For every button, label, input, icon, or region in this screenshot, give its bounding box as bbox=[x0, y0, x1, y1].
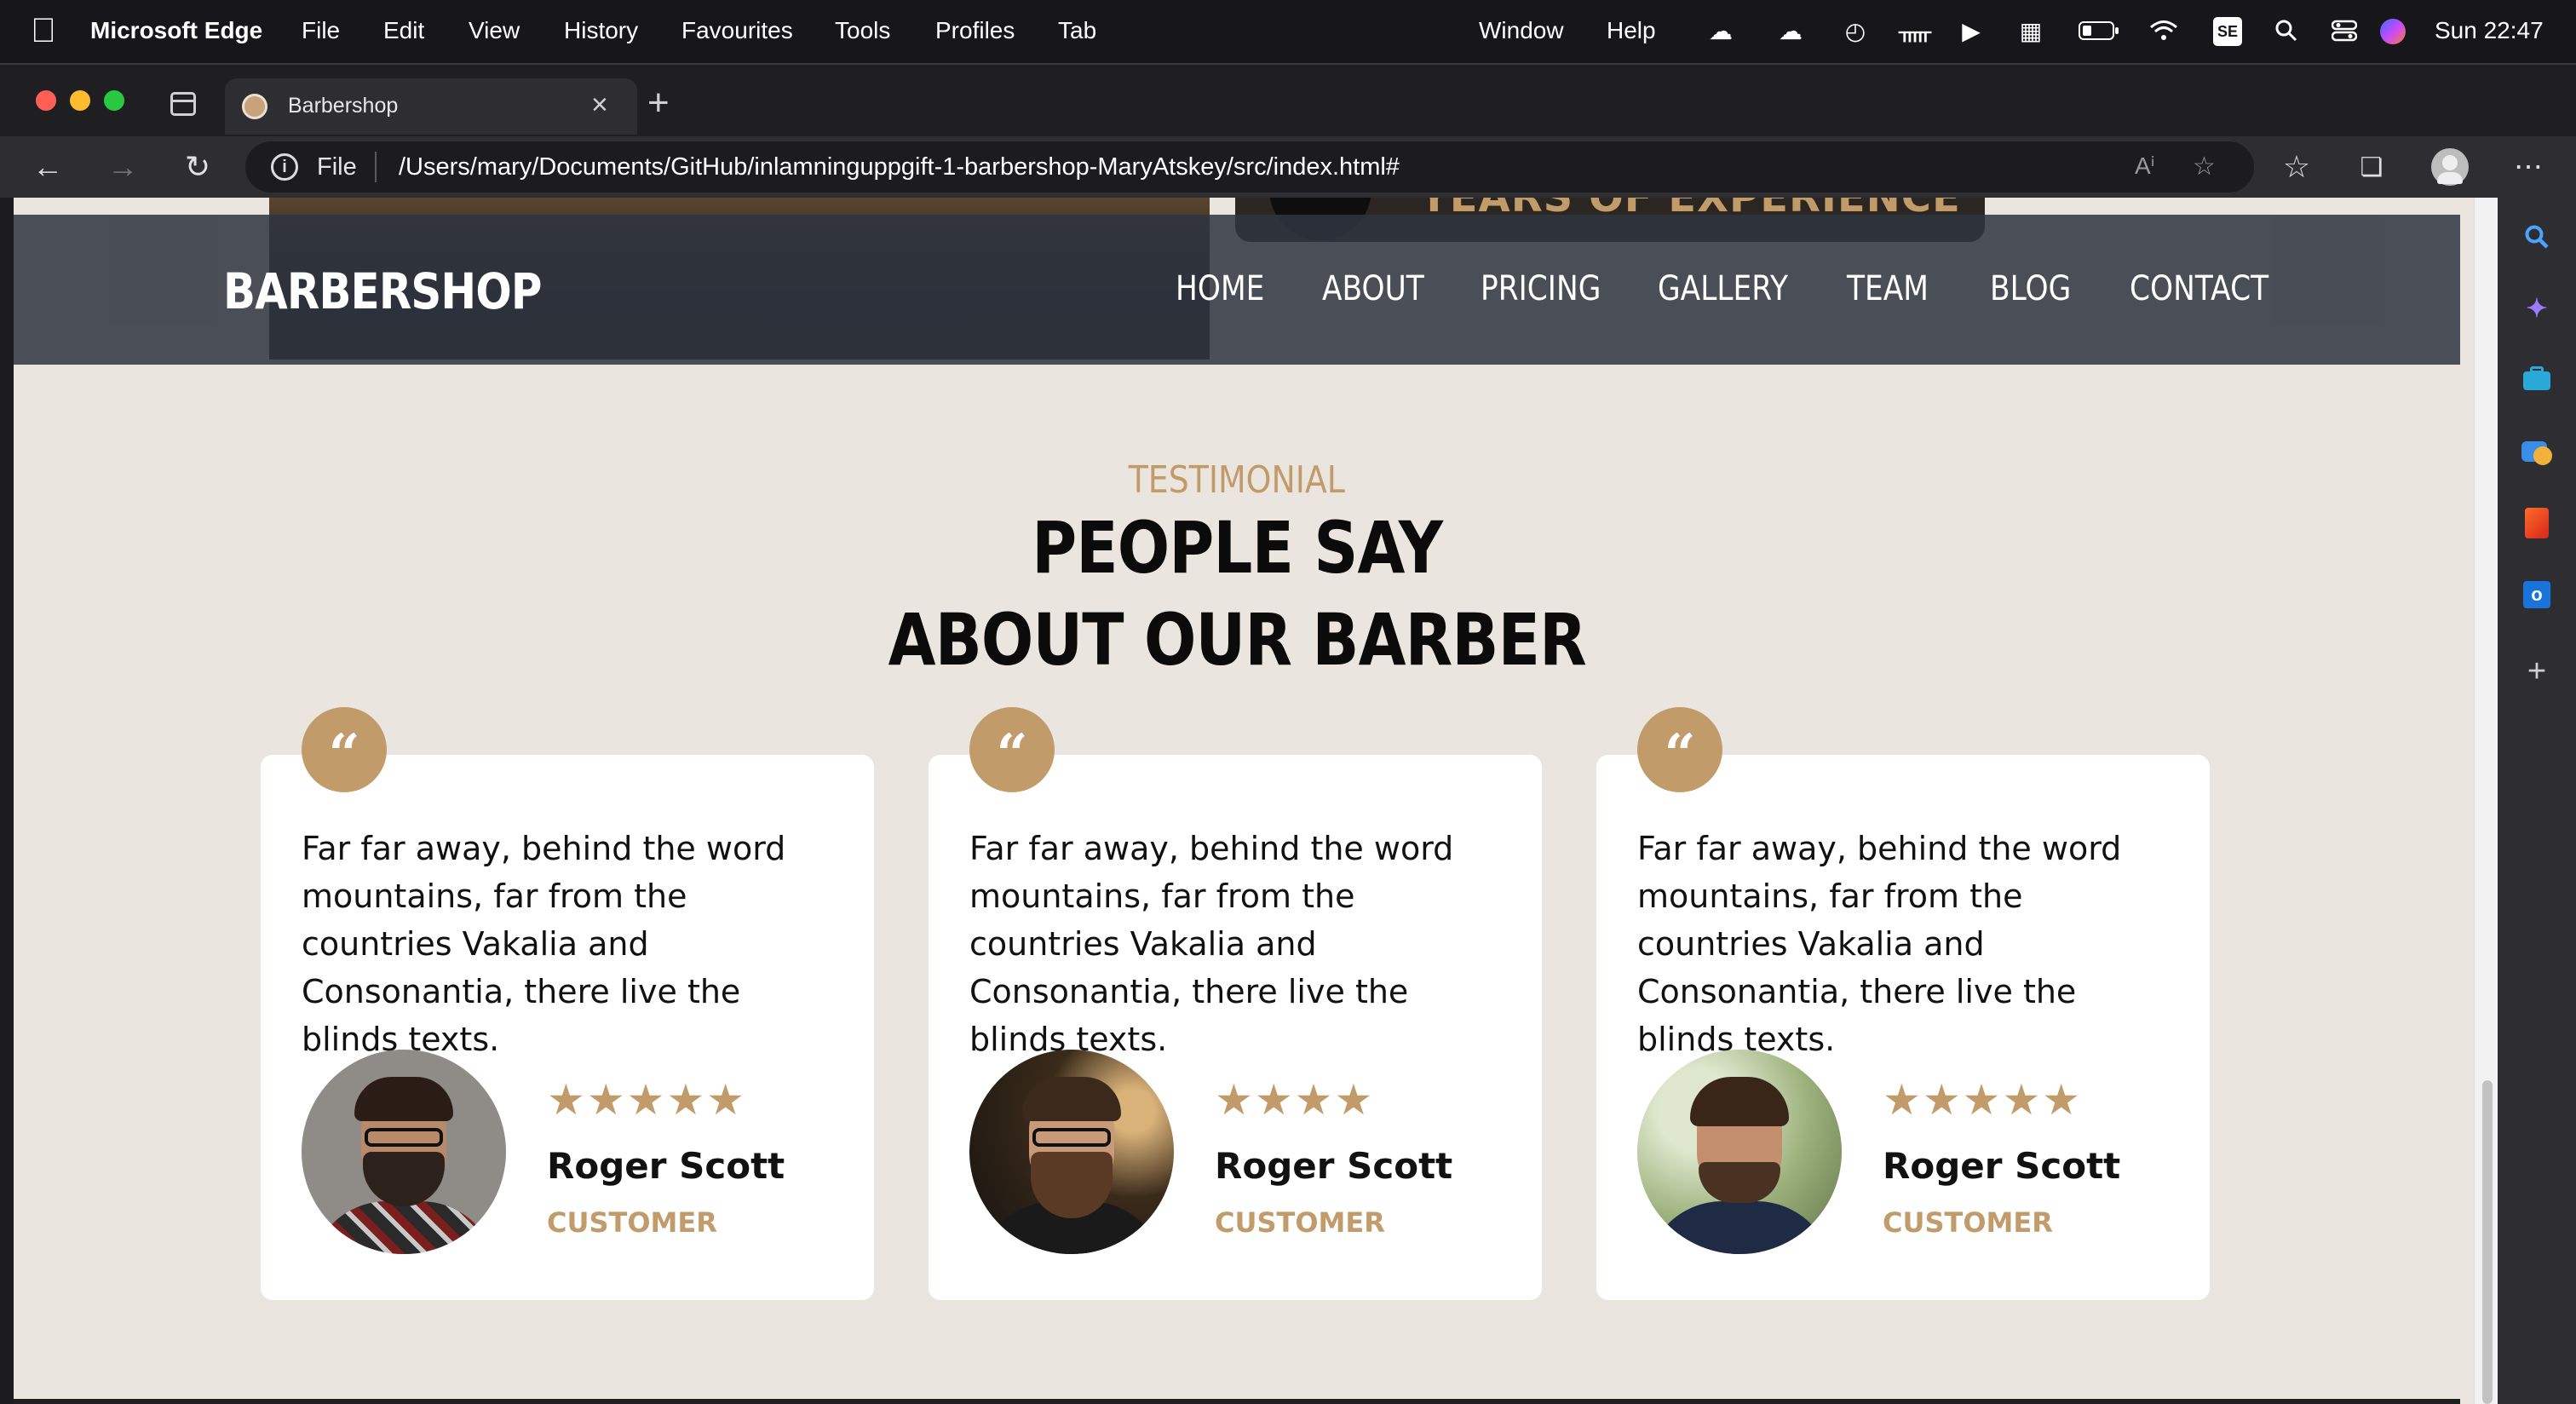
address-bar[interactable]: i File /Users/mary/Documents/GitHub/inla… bbox=[245, 141, 2254, 193]
section-eyebrow-text: TESTIMONIAL bbox=[1128, 458, 1346, 502]
nav-pricing[interactable]: PRICING bbox=[1481, 269, 1601, 308]
testimonial-text: Far far away, behind the word mountains,… bbox=[1637, 830, 2122, 1058]
copilot-icon[interactable]: ✦ bbox=[2518, 290, 2556, 327]
input-source-icon[interactable]: SE bbox=[2213, 17, 2242, 46]
menu-edit[interactable]: Edit bbox=[383, 17, 424, 44]
back-icon[interactable]: ← bbox=[27, 147, 68, 187]
games-icon[interactable] bbox=[2518, 433, 2556, 470]
read-aloud-icon[interactable]: Aⁱ bbox=[2135, 152, 2155, 180]
refresh-icon[interactable]: ↻ bbox=[177, 147, 218, 187]
nav-team[interactable]: TEAM bbox=[1847, 269, 1929, 308]
site-navbar: BARBERSHOP HOME ABOUT PRICING GALLERY TE… bbox=[14, 215, 2460, 365]
time-machine-icon[interactable]: ◴ bbox=[1838, 15, 1872, 46]
clock[interactable]: Sun 22:47 bbox=[2435, 17, 2544, 44]
battery-icon[interactable] bbox=[2077, 15, 2121, 46]
outlook-icon[interactable]: o bbox=[2518, 576, 2556, 613]
customer-role: CUSTOMER bbox=[1215, 1206, 1385, 1239]
avatar bbox=[1637, 1050, 1842, 1254]
menu-history[interactable]: History bbox=[564, 17, 638, 44]
customer-role: CUSTOMER bbox=[547, 1206, 717, 1239]
menu-profiles[interactable]: Profiles bbox=[935, 17, 1015, 44]
testimonial-card: Far far away, behind the word mountains,… bbox=[929, 755, 1542, 1300]
bed-icon[interactable]: ▦ bbox=[2014, 15, 2048, 46]
star-rating: ★★★★ bbox=[1215, 1076, 1375, 1124]
nav-gallery[interactable]: GALLERY bbox=[1658, 269, 1788, 308]
icloud-icon[interactable]: ☁ bbox=[1774, 15, 1808, 46]
menu-favourites[interactable]: Favourites bbox=[681, 17, 793, 44]
profile-avatar[interactable] bbox=[2429, 147, 2470, 187]
section-heading-line1: PEOPLE SAY bbox=[14, 506, 2460, 590]
more-options-icon[interactable]: ⋯ bbox=[2508, 147, 2549, 187]
bluetooth-icon[interactable]: ᚅ bbox=[1898, 15, 1932, 46]
menu-help[interactable]: Help bbox=[1607, 17, 1656, 44]
quote-icon: “ bbox=[1637, 707, 1722, 792]
siri-icon[interactable] bbox=[2380, 19, 2406, 44]
tools-icon[interactable] bbox=[2518, 361, 2556, 399]
spotlight-icon[interactable] bbox=[2269, 15, 2303, 46]
testimonial-text: Far far away, behind the word mountains,… bbox=[302, 830, 786, 1058]
zoom-window-button[interactable] bbox=[104, 90, 124, 111]
url-text[interactable]: /Users/mary/Documents/GitHub/inlamningup… bbox=[399, 153, 1400, 181]
customer-name: Roger Scott bbox=[1883, 1145, 2121, 1187]
star-rating: ★★★★★ bbox=[1883, 1076, 2083, 1124]
control-center-icon[interactable] bbox=[2327, 15, 2361, 46]
quote-icon: “ bbox=[302, 707, 387, 792]
site-info-icon[interactable]: i bbox=[271, 153, 298, 181]
customer-name: Roger Scott bbox=[547, 1145, 785, 1187]
tab-actions-icon[interactable] bbox=[170, 92, 196, 116]
new-tab-icon[interactable]: + bbox=[647, 82, 670, 124]
avatar bbox=[969, 1050, 1174, 1254]
minimize-window-button[interactable] bbox=[70, 90, 90, 111]
customer-role: CUSTOMER bbox=[1883, 1206, 2053, 1239]
play-icon[interactable]: ▶ bbox=[1954, 15, 1988, 46]
section-heading-line2: ABOUT OUR BARBER bbox=[14, 598, 2460, 682]
tab-title: Barbershop bbox=[288, 94, 399, 118]
menu-window[interactable]: Window bbox=[1479, 17, 1564, 44]
close-tab-icon[interactable]: × bbox=[591, 89, 608, 122]
customer-name: Roger Scott bbox=[1215, 1145, 1453, 1187]
nav-blog[interactable]: BLOG bbox=[1990, 269, 2071, 308]
apple-menu-icon[interactable]:  bbox=[31, 12, 56, 49]
testimonial-card: Far far away, behind the word mountains,… bbox=[261, 755, 874, 1300]
collections-icon[interactable]: ❏ bbox=[2351, 147, 2392, 187]
nav-about[interactable]: ABOUT bbox=[1322, 269, 1424, 308]
heading-line2-text: ABOUT OUR BARBER bbox=[888, 598, 1586, 682]
avatar bbox=[302, 1050, 506, 1254]
add-favourite-icon[interactable]: ☆ bbox=[2193, 152, 2216, 181]
scrollbar-thumb[interactable] bbox=[2482, 1080, 2493, 1404]
macos-menu-bar:  Microsoft Edge File Edit View History … bbox=[0, 0, 2576, 63]
star-rating: ★★★★★ bbox=[547, 1076, 747, 1124]
address-scheme-label: File bbox=[317, 153, 357, 181]
page-viewport: YEARS OF EXPERIENCE BARBERSHOP HOME ABOU… bbox=[14, 198, 2498, 1404]
site-logo[interactable]: BARBERSHOP bbox=[223, 262, 542, 320]
testimonial-card: Far far away, behind the word mountains,… bbox=[1596, 755, 2210, 1300]
section-eyebrow: TESTIMONIAL bbox=[14, 458, 2460, 502]
heading-line1-text: PEOPLE SAY bbox=[1032, 506, 1443, 590]
forward-icon[interactable]: → bbox=[102, 147, 143, 187]
app-name-menu[interactable]: Microsoft Edge bbox=[90, 17, 262, 44]
close-window-button[interactable] bbox=[36, 90, 56, 111]
creative-cloud-icon[interactable]: ☁ bbox=[1704, 15, 1738, 46]
address-separator bbox=[375, 152, 377, 182]
menu-tab[interactable]: Tab bbox=[1058, 17, 1096, 44]
office-icon[interactable] bbox=[2518, 504, 2556, 542]
quote-icon: “ bbox=[969, 707, 1055, 792]
wifi-icon[interactable] bbox=[2147, 15, 2181, 46]
menu-file[interactable]: File bbox=[302, 17, 340, 44]
section-divider bbox=[14, 1399, 2460, 1404]
menu-tools[interactable]: Tools bbox=[835, 17, 890, 44]
favourites-icon[interactable]: ☆ bbox=[2276, 147, 2317, 187]
testimonial-text: Far far away, behind the word mountains,… bbox=[969, 830, 1454, 1058]
favicon-icon bbox=[242, 94, 267, 119]
add-icon[interactable]: + bbox=[2518, 653, 2556, 690]
tab-barbershop[interactable]: Barbershop × bbox=[225, 78, 637, 135]
nav-contact[interactable]: CONTACT bbox=[2130, 269, 2268, 308]
nav-home[interactable]: HOME bbox=[1176, 269, 1264, 308]
menu-view[interactable]: View bbox=[469, 17, 520, 44]
search-icon[interactable] bbox=[2518, 218, 2556, 256]
